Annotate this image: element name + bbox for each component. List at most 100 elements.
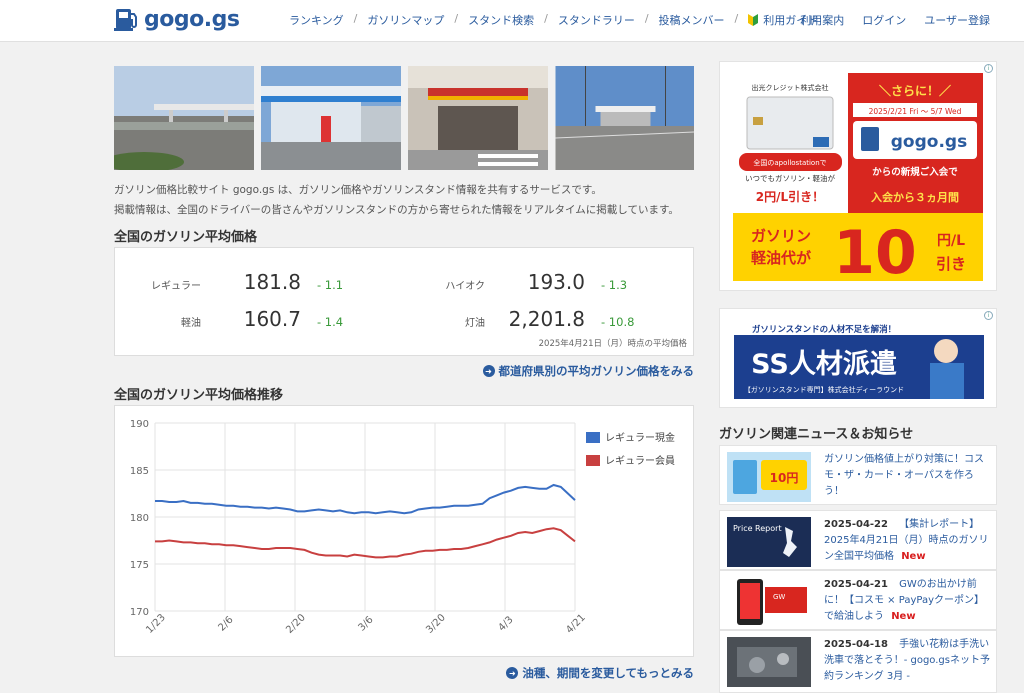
nav-separator: /: [644, 12, 649, 25]
new-badge: New: [901, 551, 926, 562]
y-tick-label: 170: [130, 607, 149, 618]
x-tick-label: 3/20: [424, 612, 448, 636]
ad-info-icon[interactable]: i: [984, 64, 993, 73]
ad2-top: ガソリンスタンドの人材不足を解消！: [752, 324, 896, 335]
news-thumbnail-image: 10円: [727, 452, 811, 502]
nav-about[interactable]: 利用案内: [800, 12, 844, 28]
price-value: 181.8: [243, 270, 301, 294]
thumb-text: Price Report: [733, 524, 782, 533]
site-logo[interactable]: gogo.gs: [114, 6, 240, 32]
y-tick-label: 180: [130, 513, 149, 524]
news-item[interactable]: 2025-04-18 手強い花粉は手洗い洗車で落とそう！- gogo.gsネット…: [719, 630, 997, 693]
news-thumbnail-image: [727, 637, 811, 687]
news-thumbnail-image: Price Report: [727, 517, 811, 567]
trend-chart-svg: 1701751801851901/23 2/6 2/20 3/6 3/20 4/3 4/21…: [130, 419, 675, 636]
nav-separator: /: [734, 12, 739, 25]
more-trend-link[interactable]: ➜ 油種、期間を変更してもっとみる: [506, 665, 694, 681]
staffing-ad-banner: ガソリンスタンドの人材不足を解消！ SS人材派遣 【ガソリンスタンド専門】株式会…: [734, 321, 984, 399]
nav-stand-rally[interactable]: スタンドラリー: [558, 12, 635, 28]
news-text: 2025-04-18 手強い花粉は手洗い洗車で落とそう！- gogo.gsネット…: [824, 637, 992, 685]
intro-line: 掲載情報は、全国のドライバーの皆さんやガソリンスタンドの方から寄せられた情報をリ…: [114, 204, 679, 216]
news-thumbnail: 10円: [727, 452, 811, 502]
more-trend-link-label: 油種、期間を変更してもっとみる: [522, 666, 694, 680]
legend-label: レギュラー現金: [605, 431, 675, 444]
legend-swatch: [586, 432, 600, 443]
beginner-mark-icon: [748, 14, 759, 26]
ad-big-number: 10: [833, 218, 917, 281]
thumb-text: GW: [773, 593, 785, 601]
nav-separator: /: [454, 12, 459, 25]
nav-members[interactable]: 投稿メンバー: [659, 12, 725, 28]
ad-info-icon[interactable]: i: [984, 311, 993, 320]
price-change: - 1.3: [601, 278, 628, 292]
price-label: 軽油: [181, 318, 201, 329]
legend-swatch: [586, 455, 600, 466]
credit-card-ad[interactable]: 出光クレジット株式会社 全国のapollostationで いつでもガソリン・軽…: [719, 61, 997, 291]
news-item[interactable]: Price Report 2025-04-22 【集計レポート】2025年4月2…: [719, 510, 997, 570]
nav-separator: /: [544, 12, 548, 25]
price-change: - 1.4: [317, 315, 344, 329]
intro-line: ガソリン価格比較サイト gogo.gs は、ガソリン価格やガソリンスタンド情報を…: [114, 184, 602, 196]
site-intro: ガソリン価格比較サイト gogo.gs は、ガソリン価格やガソリンスタンド情報を…: [114, 180, 704, 220]
ad-brand: gogo.gs: [891, 132, 967, 152]
nav-register[interactable]: ユーザー登録: [924, 12, 990, 28]
ad-bottom-left: ガソリン: [751, 227, 811, 245]
ad-from: からの新規ご入会で: [872, 166, 958, 178]
avg-price-card: レギュラー 181.8 - 1.1 ハイオク 193.0 - 1.3 軽油 16…: [114, 247, 694, 356]
main-nav: ランキング / ガソリンマップ / スタンド検索 / スタンドラリー / 投稿メンバー /…: [289, 12, 818, 28]
news-date: 2025-04-22: [824, 519, 888, 530]
thumb-text: 10円: [770, 471, 799, 485]
news-item[interactable]: 10円 ガソリン価格値上がり対策に！コスモ・ザ・カード・オーパスを作ろう！: [719, 445, 997, 505]
avg-price-title: 全国のガソリン平均価格: [114, 230, 258, 245]
price-value: 2,201.8: [508, 307, 585, 331]
price-regular: レギュラー 181.8 - 1.1: [111, 270, 343, 294]
news-thumbnail: [727, 637, 811, 687]
price-kerosene: 灯油 2,201.8 - 10.8: [395, 307, 634, 331]
news-text: 2025-04-22 【集計レポート】2025年4月21日（月）時点のガソリン全…: [824, 517, 992, 565]
price-label: レギュラー: [151, 281, 201, 292]
fuel-pump-icon: [114, 9, 137, 31]
y-tick-label: 190: [130, 419, 149, 430]
ad-months: 入会から３ヵ月間: [871, 190, 959, 204]
nav-gasoline-map[interactable]: ガソリンマップ: [367, 12, 444, 28]
price-date-note: 2025年4月21日（月）時点の平均価格: [538, 339, 687, 349]
station-photo: [114, 66, 254, 170]
price-diesel: 軽油 160.7 - 1.4: [111, 307, 343, 331]
price-label: ハイオク: [445, 281, 485, 292]
station-photo: [555, 66, 694, 170]
news-thumbnail: Price Report: [727, 517, 811, 567]
nav-stand-search[interactable]: スタンド検索: [468, 12, 534, 28]
y-tick-label: 175: [130, 560, 149, 571]
arrow-right-circle-icon: ➜: [506, 667, 519, 679]
ad-bottom-left2: 軽油代が: [751, 249, 812, 267]
staffing-ad[interactable]: ガソリンスタンドの人材不足を解消！ SS人材派遣 【ガソリンスタンド専門】株式会…: [719, 308, 997, 408]
ad2-main: SS人材派遣: [751, 349, 897, 380]
nav-login[interactable]: ログイン: [862, 12, 906, 28]
nav-separator: /: [353, 12, 358, 25]
prefecture-price-link[interactable]: ➜ 都道府県別の平均ガソリン価格をみる: [482, 363, 694, 379]
ad-unit: 円/L: [937, 233, 965, 249]
trend-title: 全国のガソリン平均価格推移: [114, 388, 284, 403]
x-tick-label: 4/3: [496, 614, 515, 633]
station-photo-image: [408, 66, 548, 170]
price-high-octane: ハイオク 193.0 - 1.3: [395, 270, 627, 294]
ad-period: 2025/2/21 Fri ～ 5/7 Wed: [869, 107, 962, 116]
news-date: 2025-04-18: [824, 639, 888, 650]
price-change: - 10.8: [601, 315, 635, 329]
news-item[interactable]: GW 2025-04-21 GWのお出かけ前に！【コスモ × PayPayクーポ…: [719, 570, 997, 630]
station-photo-image: [114, 66, 254, 170]
news-title: ガソリン関連ニュース＆お知らせ: [719, 427, 914, 442]
price-label: 灯油: [465, 318, 485, 329]
nav-ranking[interactable]: ランキング: [289, 12, 344, 28]
news-date: 2025-04-21: [824, 579, 888, 590]
x-tick-label: 4/21: [564, 612, 588, 636]
news-text: ガソリン価格値上がり対策に！コスモ・ザ・カード・オーパスを作ろう！: [824, 452, 992, 500]
ad-unit2: 引き: [936, 255, 966, 273]
y-tick-label: 185: [130, 466, 149, 477]
news-thumbnail: GW: [727, 577, 811, 627]
ad2-sub: 【ガソリンスタンド専門】株式会社ディーラウンド: [744, 385, 904, 394]
price-value: 193.0: [527, 270, 585, 294]
x-tick-label: 2/6: [216, 614, 235, 633]
station-photo-image: [261, 66, 401, 170]
station-photo: [261, 66, 401, 170]
